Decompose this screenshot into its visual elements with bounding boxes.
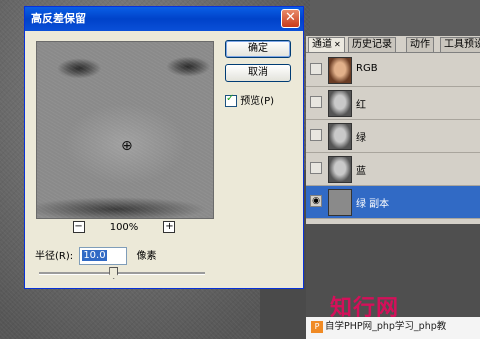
eye-icon[interactable]: ◉ — [310, 195, 322, 207]
channel-row-red[interactable]: 红 — [306, 87, 480, 120]
channel-thumbnail — [328, 57, 352, 84]
footer-text[interactable]: 自学PHP网_php学习_php教 — [325, 321, 446, 332]
channel-name: 绿 副本 — [356, 199, 390, 210]
zoom-controls: − 100% + — [36, 221, 212, 233]
channel-name: 蓝 — [356, 166, 366, 177]
zoom-in-button[interactable]: + — [163, 221, 176, 233]
dialog-title: 高反差保留 — [31, 12, 86, 25]
zoom-level: 100% — [109, 221, 139, 233]
visibility-toggle[interactable] — [310, 129, 322, 141]
site-logo-icon: P — [311, 320, 323, 333]
radius-slider-track[interactable] — [39, 272, 205, 275]
channel-name: 绿 — [356, 133, 366, 144]
channel-thumbnail — [328, 123, 352, 150]
radius-unit: 像素 — [136, 251, 157, 262]
radius-value: 10.0 — [82, 250, 107, 261]
footer-bar: P 自学PHP网_php学习_php教 — [306, 317, 480, 339]
visibility-toggle[interactable] — [310, 63, 322, 75]
channel-row-rgb[interactable]: RGB — [306, 54, 480, 87]
radius-input[interactable]: 10.0 — [79, 247, 128, 265]
close-button[interactable]: ✕ — [281, 9, 300, 28]
channel-thumbnail — [328, 189, 352, 216]
channel-thumbnail — [328, 90, 352, 117]
close-icon: ✕ — [285, 10, 296, 25]
zoom-out-button[interactable]: − — [72, 221, 85, 233]
dialog-titlebar[interactable]: 高反差保留 ✕ — [25, 7, 303, 31]
tab-actions-label: 动作 — [410, 39, 430, 50]
cancel-button[interactable]: 取消 — [225, 64, 291, 82]
preview-window[interactable]: ⊕ — [36, 41, 214, 219]
preview-image — [37, 42, 213, 218]
zoom-in-cursor-icon: ⊕ — [121, 138, 133, 154]
channel-thumbnail — [328, 156, 352, 183]
channel-row-blue[interactable]: 蓝 — [306, 153, 480, 186]
panel-tabs: 通道 ✕ 历史记录 动作 工具预设 — [306, 36, 480, 53]
tab-history[interactable]: 历史记录 — [348, 37, 396, 52]
tab-close-icon[interactable]: ✕ — [334, 40, 341, 49]
preview-checkbox-label: 预览(P) — [240, 96, 275, 107]
channel-row-green[interactable]: 绿 — [306, 120, 480, 153]
tab-tool-presets[interactable]: 工具预设 — [440, 37, 480, 52]
tab-channels-label: 通道 — [312, 39, 332, 50]
visibility-toggle[interactable] — [310, 162, 322, 174]
tab-channels[interactable]: 通道 ✕ — [308, 37, 345, 52]
tab-tool-presets-label: 工具预设 — [444, 39, 480, 50]
preview-checkbox[interactable] — [225, 93, 237, 107]
preview-checkbox-row[interactable]: 预览(P) — [225, 92, 274, 107]
visibility-toggle[interactable] — [310, 96, 322, 108]
tab-history-label: 历史记录 — [352, 39, 392, 50]
channel-name: RGB — [356, 63, 378, 74]
radius-row: 半径(R): 10.0 像素 — [35, 247, 157, 265]
radius-label: 半径(R): — [35, 251, 74, 262]
channel-row-green-copy[interactable]: ◉ 绿 副本 — [306, 186, 480, 219]
ok-button[interactable]: 确定 — [225, 40, 291, 58]
radius-slider-thumb[interactable] — [109, 267, 119, 279]
high-pass-dialog: 高反差保留 ✕ ⊕ − 100% + 确定 取消 预览(P) 半径(R): 10… — [24, 6, 304, 289]
channel-name: 红 — [356, 100, 366, 111]
tab-actions[interactable]: 动作 — [406, 37, 434, 52]
